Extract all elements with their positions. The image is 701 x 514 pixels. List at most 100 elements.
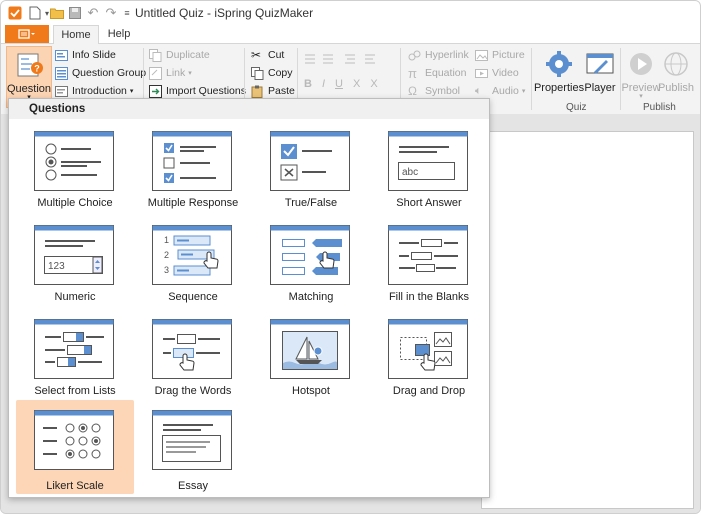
question-type-drag-and-drop[interactable]: Drag and Drop	[370, 289, 488, 397]
ribbon-separator	[531, 48, 532, 110]
info-slide-button[interactable]: Info Slide	[55, 47, 116, 63]
import-questions-label: Import Questions	[166, 85, 246, 97]
sequence-step-3: 3	[164, 265, 169, 275]
audio-icon: 🔈︎	[475, 84, 482, 97]
question-type-label: Hotspot	[292, 385, 330, 397]
question-type-sequence[interactable]: 1 2 3 Sequence	[134, 195, 252, 303]
question-type-hotspot[interactable]: Hotspot	[252, 289, 370, 397]
link-button[interactable]: Link ▾	[149, 65, 192, 81]
question-group-button[interactable]: Question Group	[55, 65, 146, 81]
subscript-button[interactable]: X	[353, 78, 360, 94]
player-button[interactable]: Player	[584, 46, 616, 106]
info-slide-label: Info Slide	[72, 49, 116, 61]
question-icon: ?	[17, 53, 43, 77]
question-type-label: Drag and Drop	[392, 385, 466, 397]
video-button[interactable]: Video	[475, 65, 519, 81]
copy-button[interactable]: Copy	[251, 65, 293, 81]
likert-icon	[34, 410, 114, 470]
introduction-dropdown-icon: ▾	[129, 88, 134, 95]
question-group-icon	[55, 66, 68, 80]
question-type-drag-the-words[interactable]: Drag the Words	[134, 289, 252, 397]
picture-icon	[475, 49, 488, 62]
save-icon[interactable]	[67, 5, 83, 21]
quiz-group-label: Quiz	[566, 102, 587, 113]
hotspot-icon	[270, 319, 350, 379]
formatting-row-2: B I U X X	[301, 78, 396, 94]
tab-help[interactable]: Help	[101, 25, 137, 43]
essay-icon	[152, 410, 232, 470]
paste-button[interactable]: Paste	[251, 83, 295, 99]
redo-icon[interactable]: ↷	[103, 5, 119, 21]
audio-dropdown-icon: ▾	[521, 88, 526, 95]
publish-group-label: Publish	[643, 102, 676, 113]
preview-button[interactable]: Preview ▾	[621, 46, 661, 106]
question-type-select-from-lists[interactable]: Select from Lists	[16, 289, 134, 397]
undo-icon[interactable]: ↶	[85, 5, 101, 21]
app-window: ▾ ↶ ↷ ≡ Untitled Quiz - iSpring QuizMake…	[0, 0, 701, 514]
question-type-multiple-response[interactable]: Multiple Response	[134, 101, 252, 209]
publish-button[interactable]: Publish	[658, 46, 694, 106]
hyperlink-button[interactable]: Hyperlink	[408, 47, 469, 63]
select-lists-icon	[34, 319, 114, 379]
picture-label: Picture	[492, 49, 525, 61]
equation-label: Equation	[425, 67, 467, 79]
symbol-button[interactable]: Ω Symbol	[408, 83, 460, 99]
introduction-label: Introduction	[72, 85, 127, 97]
properties-button[interactable]: Properties	[533, 46, 585, 106]
copy-label: Copy	[268, 67, 293, 79]
question-type-true-false[interactable]: True/False	[252, 101, 370, 209]
question-type-matching[interactable]: Matching	[252, 195, 370, 303]
audio-label: Audio	[492, 85, 519, 97]
cut-button[interactable]: ✂ Cut	[251, 47, 284, 63]
equation-icon: π	[408, 65, 417, 81]
question-type-likert-scale[interactable]: Likert Scale	[16, 400, 134, 494]
publish-label: Publish	[657, 82, 695, 94]
superscript-button[interactable]: X	[370, 78, 377, 94]
symbol-icon: Ω	[408, 83, 417, 98]
short-answer-icon: abc	[388, 131, 468, 191]
ribbon-separator	[620, 48, 621, 110]
player-label: Player	[584, 82, 616, 94]
hyperlink-label: Hyperlink	[425, 49, 469, 61]
paste-label: Paste	[268, 85, 295, 97]
picture-button[interactable]: Picture	[475, 47, 525, 63]
duplicate-button[interactable]: Duplicate	[149, 47, 210, 63]
player-icon	[586, 53, 614, 74]
sequence-step-1: 1	[164, 235, 169, 245]
link-label: Link	[166, 67, 186, 79]
import-icon	[149, 84, 162, 98]
customize-toolbar-icon[interactable]: ≡	[119, 5, 135, 21]
underline-button[interactable]: U	[335, 78, 343, 94]
italic-button[interactable]: I	[322, 78, 325, 94]
list-format-icons	[305, 54, 375, 64]
numeric-sample: 123	[48, 261, 65, 272]
question-type-multiple-choice[interactable]: Multiple Choice	[16, 101, 134, 209]
question-type-short-answer[interactable]: abc Short Answer	[370, 101, 488, 209]
file-menu-button[interactable]	[5, 25, 49, 43]
gear-icon	[546, 51, 572, 77]
slide-canvas[interactable]	[481, 131, 694, 509]
formatting-row-1	[301, 52, 396, 66]
short-answer-sample: abc	[402, 167, 418, 178]
symbol-label: Symbol	[425, 85, 461, 97]
copy-icon	[251, 66, 264, 80]
properties-label: Properties	[533, 82, 585, 94]
numeric-icon: 123	[34, 225, 114, 285]
question-type-fill-in-the-blanks[interactable]: Fill in the Blanks	[370, 195, 488, 303]
bold-button[interactable]: B	[304, 78, 312, 94]
question-type-essay[interactable]: Essay	[134, 400, 252, 494]
tab-home[interactable]: Home	[53, 25, 99, 45]
fill-blanks-icon	[388, 225, 468, 285]
import-questions-button[interactable]: Import Questions	[149, 83, 246, 99]
globe-icon	[664, 52, 688, 76]
open-folder-icon[interactable]	[49, 5, 65, 21]
audio-button[interactable]: 🔈︎ Audio ▾	[475, 83, 525, 99]
paste-icon	[251, 85, 264, 98]
equation-button[interactable]: π Equation	[408, 65, 466, 81]
info-slide-icon	[55, 49, 68, 62]
title-bar: ▾ ↶ ↷ ≡ Untitled Quiz - iSpring QuizMake…	[1, 1, 700, 25]
question-type-numeric[interactable]: 123 Numeric	[16, 195, 134, 303]
sequence-icon: 1 2 3	[152, 225, 232, 285]
introduction-button[interactable]: Introduction ▾	[55, 83, 133, 99]
question-group-label: Question Group	[72, 67, 147, 79]
